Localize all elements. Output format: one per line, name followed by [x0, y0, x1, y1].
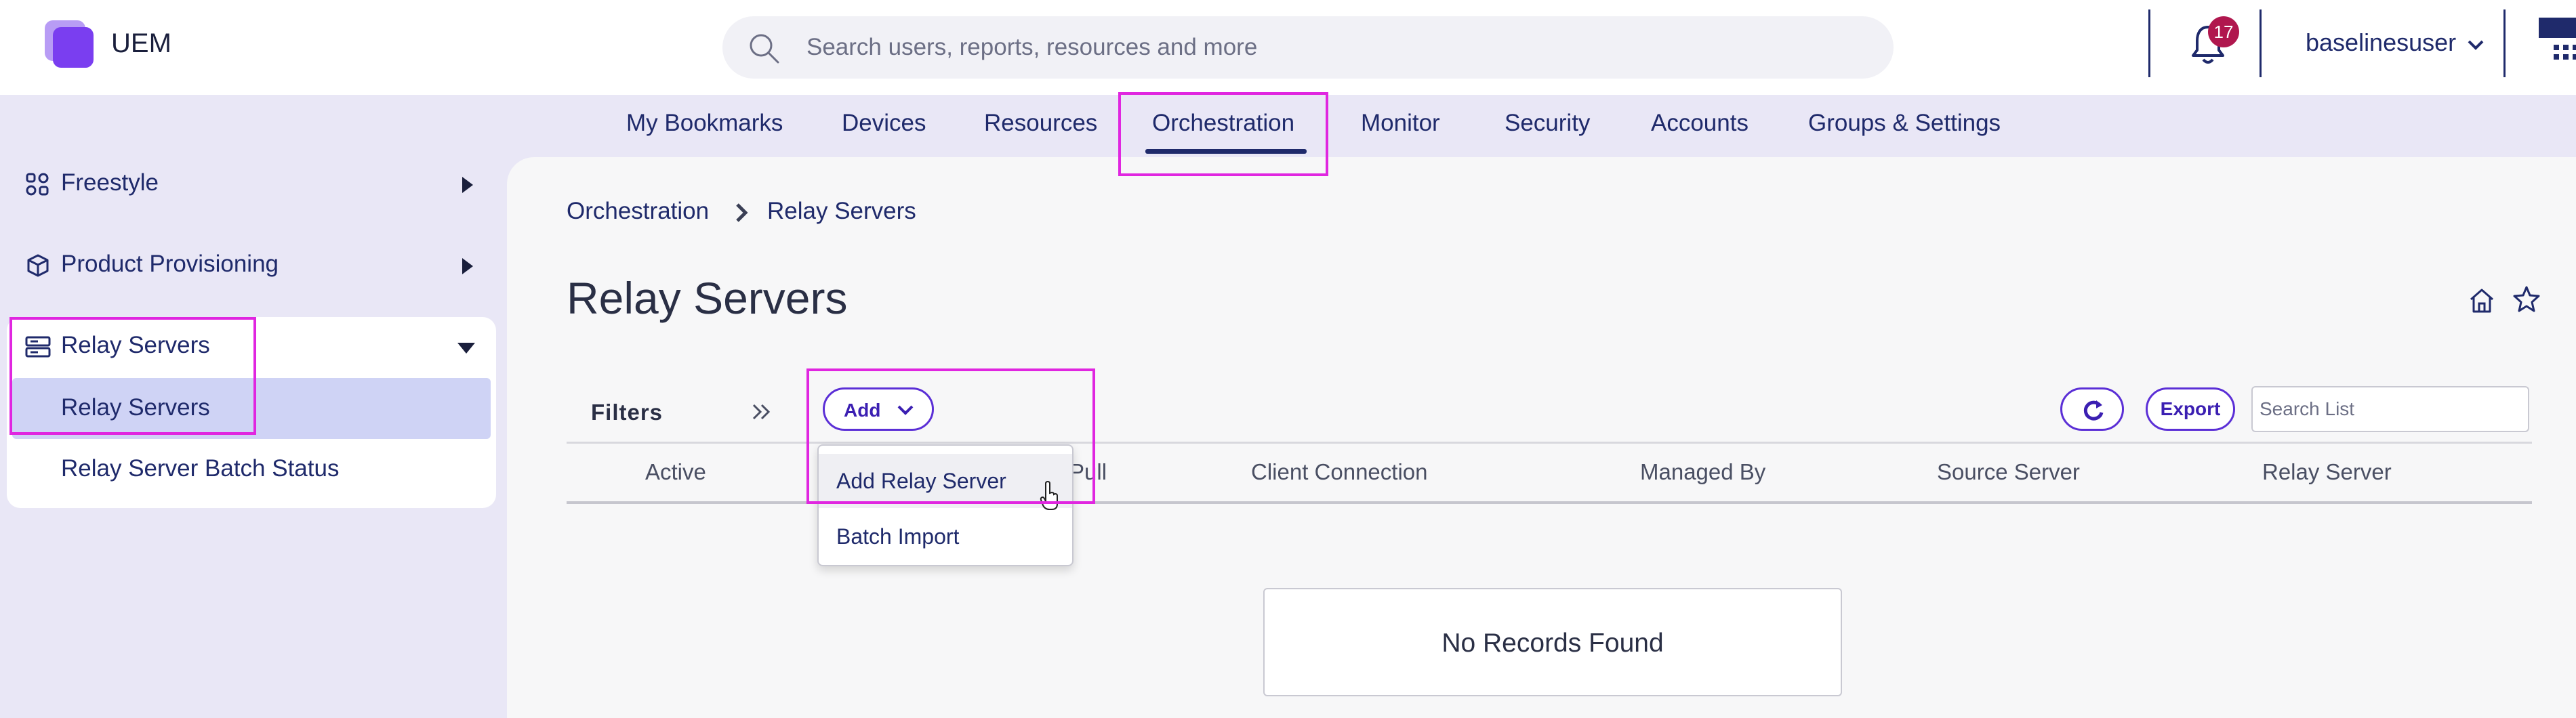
nav-groups-settings[interactable]: Groups & Settings	[1808, 110, 2001, 137]
page-title: Relay Servers	[567, 273, 848, 323]
nav-security[interactable]: Security	[1505, 110, 1590, 137]
filters-label: Filters	[591, 400, 663, 425]
export-button[interactable]: Export	[2146, 387, 2235, 431]
package-icon	[27, 254, 49, 277]
nav-devices[interactable]: Devices	[842, 110, 926, 137]
breadcrumb-orchestration[interactable]: Orchestration	[567, 198, 709, 225]
sidebar-item-label: Product Provisioning	[61, 251, 279, 277]
expand-filters-icon[interactable]	[750, 398, 773, 425]
column-header-relay-server[interactable]: Relay Server	[2262, 459, 2392, 485]
username-label: baselinesuser	[2306, 28, 2457, 56]
sidebar-item-product-provisioning[interactable]: Product Provisioning	[24, 251, 279, 278]
app-name: UEM	[111, 28, 171, 58]
search-list-input[interactable]	[2251, 386, 2529, 432]
empty-state-message: No Records Found	[1442, 629, 1664, 658]
divider	[2260, 9, 2262, 77]
sidebar-item-label: Freestyle	[61, 169, 159, 196]
star-icon[interactable]	[2512, 284, 2541, 314]
divider	[2148, 9, 2150, 77]
home-icon[interactable]	[2467, 286, 2497, 316]
highlight-box-orchestration	[1118, 92, 1328, 176]
sidebar-item-freestyle[interactable]: Freestyle	[24, 169, 159, 196]
highlight-box-relay-servers	[9, 317, 256, 435]
column-header-active[interactable]: Active	[645, 459, 706, 485]
caret-right-icon[interactable]	[461, 176, 474, 194]
nav-resources[interactable]: Resources	[984, 110, 1097, 137]
freestyle-icon	[26, 173, 49, 196]
empty-state: No Records Found	[1263, 588, 1842, 696]
column-header-source-server[interactable]: Source Server	[1937, 459, 2080, 485]
caret-right-icon[interactable]	[461, 257, 474, 275]
column-header-managed-by[interactable]: Managed By	[1640, 459, 1765, 485]
search-icon	[750, 34, 779, 64]
caret-down-icon[interactable]	[457, 341, 476, 355]
chevron-right-icon	[736, 203, 748, 222]
sidebar-subitem-relay-server-batch-status[interactable]: Relay Server Batch Status	[61, 455, 339, 482]
notification-count-badge: 17	[2208, 16, 2239, 47]
app-launcher-icon[interactable]	[2537, 15, 2576, 62]
top-header: UEM Search users, reports, resources and…	[0, 0, 2576, 95]
divider	[2503, 9, 2506, 77]
refresh-icon	[2083, 400, 2104, 421]
nav-monitor[interactable]: Monitor	[1361, 110, 1440, 137]
nav-my-bookmarks[interactable]: My Bookmarks	[626, 110, 783, 137]
uem-logo-icon[interactable]	[45, 20, 98, 68]
menu-item-batch-import[interactable]: Batch Import	[819, 509, 1072, 564]
search-placeholder: Search users, reports, resources and mor…	[806, 34, 1258, 60]
breadcrumb-relay-servers: Relay Servers	[767, 198, 916, 224]
chevron-down-icon	[2468, 40, 2484, 50]
user-menu[interactable]: baselinesuser	[2306, 28, 2485, 57]
menu-item-label: Batch Import	[836, 524, 960, 549]
highlight-box-add-relay-server	[806, 368, 1095, 504]
global-search-bar[interactable]: Search users, reports, resources and mor…	[722, 16, 1894, 79]
nav-accounts[interactable]: Accounts	[1651, 110, 1749, 137]
refresh-button[interactable]	[2060, 387, 2124, 431]
column-header-client-connection[interactable]: Client Connection	[1251, 459, 1428, 485]
